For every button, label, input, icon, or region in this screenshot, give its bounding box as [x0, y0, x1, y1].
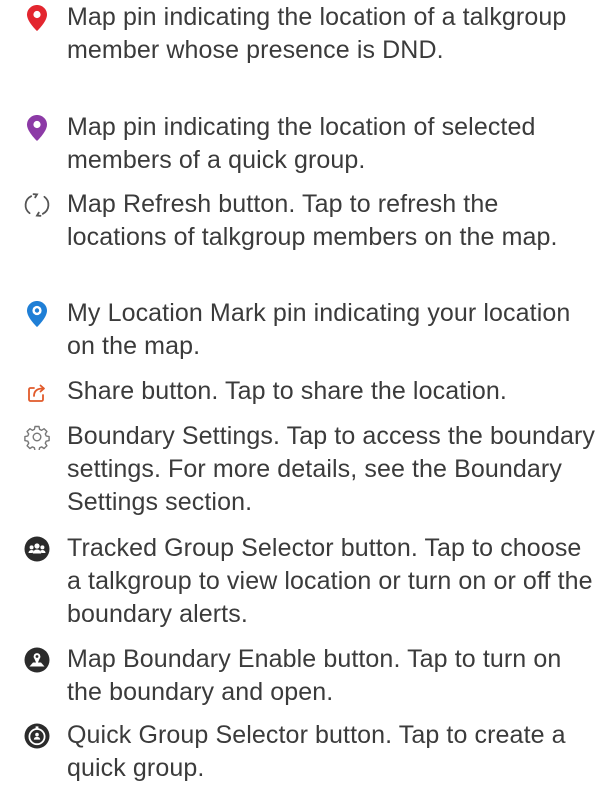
list-item-text: Map pin indicating the location of selec… [67, 113, 536, 174]
refresh-icon [20, 188, 54, 222]
gear-icon [20, 420, 54, 454]
my-location-pin-icon [20, 297, 54, 331]
list-item-text: My Location Mark pin indicating your loc… [67, 299, 571, 360]
red-map-pin-icon [20, 1, 54, 35]
purple-map-pin-icon [20, 111, 54, 145]
list-item-text: Boundary Settings. Tap to access the bou… [67, 422, 595, 516]
list-item-text: Map Refresh button. Tap to refresh the l… [67, 190, 558, 251]
list-item-text: Quick Group Selector button. Tap to crea… [67, 721, 566, 782]
map-boundary-icon [20, 643, 54, 677]
list-item-text: Map pin indicating the location of a tal… [67, 3, 567, 64]
tracked-group-icon [20, 532, 54, 566]
share-icon [20, 375, 54, 409]
quick-group-icon [20, 719, 54, 753]
list-item-text: Map Boundary Enable button. Tap to turn … [67, 645, 562, 706]
legend-list: Map pin indicating the location of a tal… [0, 0, 608, 782]
list-item-text: Tracked Group Selector button. Tap to ch… [67, 534, 593, 628]
list-item-text: Share button. Tap to share the location. [67, 377, 507, 405]
